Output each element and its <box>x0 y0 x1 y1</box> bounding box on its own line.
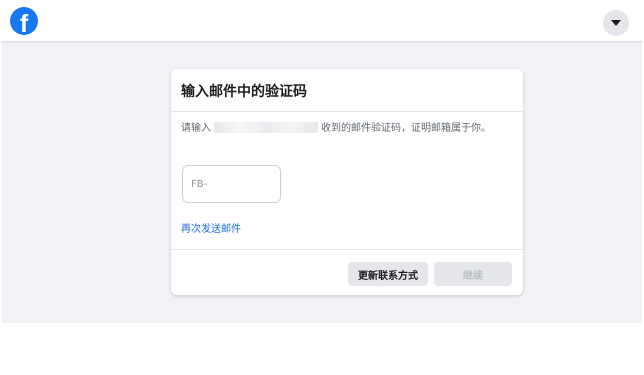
description-prefix: 请输入 <box>181 123 211 134</box>
continue-button[interactable]: 继续 <box>434 262 512 286</box>
verification-dialog: 输入邮件中的验证码 请输入 收到的邮件验证码，证明邮箱属于你。 再次发送邮件 更新… <box>171 69 523 295</box>
top-bar: f <box>0 0 644 41</box>
update-contact-button[interactable]: 更新联系方式 <box>348 262 428 286</box>
dialog-title: 输入邮件中的验证码 <box>181 84 307 100</box>
verification-code-input[interactable] <box>182 165 281 203</box>
redacted-email <box>214 122 318 133</box>
dialog-description: 请输入 收到的邮件验证码，证明邮箱属于你。 <box>181 122 511 135</box>
dialog-footer: 更新联系方式 继续 <box>171 249 523 296</box>
caret-down-icon <box>611 20 621 26</box>
facebook-logo-icon[interactable]: f <box>10 7 38 35</box>
dialog-header: 输入邮件中的验证码 <box>171 69 523 112</box>
description-suffix: 收到的邮件验证码，证明邮箱属于你。 <box>321 123 491 134</box>
resend-email-link[interactable]: 再次发送邮件 <box>181 220 241 235</box>
account-menu-button[interactable] <box>603 10 629 36</box>
